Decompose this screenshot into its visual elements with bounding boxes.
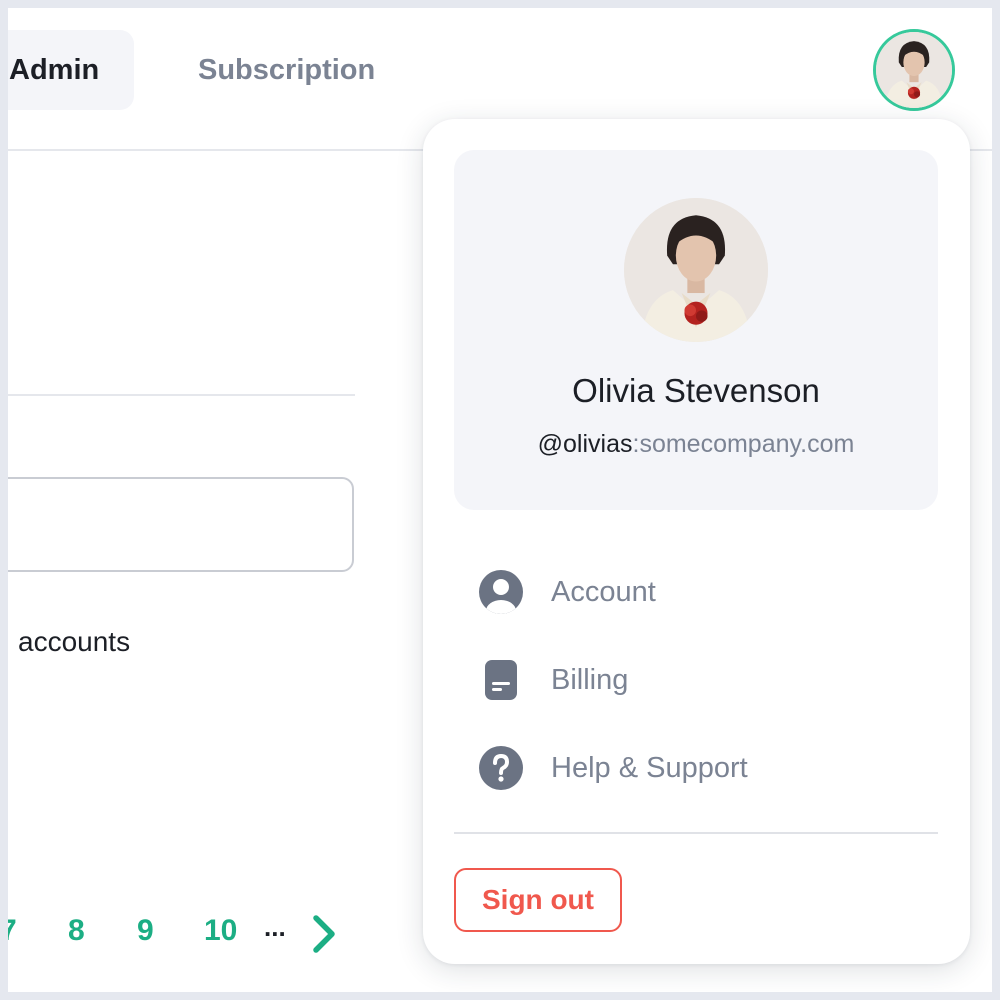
menu-item-account-label: Account xyxy=(551,575,656,608)
avatar-image xyxy=(876,32,952,108)
page-9-link[interactable]: 9 xyxy=(137,914,154,948)
page-ellipsis: ... xyxy=(264,912,286,942)
chevron-right-icon xyxy=(313,915,335,953)
tab-admin[interactable]: Admin xyxy=(8,30,134,110)
profile-dropdown: Olivia Stevenson @olivias:somecompany.co… xyxy=(423,119,970,964)
user-circle-icon xyxy=(478,569,524,615)
menu-item-account[interactable]: Account xyxy=(478,564,918,620)
app-window: Admin Subscription accounts 7 8 9 10 ... xyxy=(8,8,992,992)
pagination: 7 8 9 10 ... xyxy=(8,908,368,960)
next-page-button[interactable] xyxy=(306,910,346,958)
help-circle-icon xyxy=(478,745,524,791)
profile-name: Olivia Stevenson xyxy=(572,372,820,409)
profile-email: @olivias:somecompany.com xyxy=(454,430,938,459)
menu-item-billing-label: Billing xyxy=(551,663,629,696)
menu-item-help[interactable]: Help & Support xyxy=(478,740,918,796)
email-domain: :somecompany.com xyxy=(632,430,855,458)
document-icon xyxy=(478,657,524,703)
profile-avatar xyxy=(624,198,768,342)
tab-subscription-label: Subscription xyxy=(198,53,376,86)
user-avatar-button[interactable] xyxy=(873,29,955,111)
content-divider xyxy=(8,394,355,396)
page-7-link[interactable]: 7 xyxy=(8,914,17,948)
page-8-link[interactable]: 8 xyxy=(68,914,85,948)
profile-card: Olivia Stevenson @olivias:somecompany.co… xyxy=(454,150,938,510)
email-handle: @olivias xyxy=(537,430,633,458)
accounts-label: accounts xyxy=(18,626,131,657)
menu-item-billing[interactable]: Billing xyxy=(478,652,918,708)
text-input[interactable] xyxy=(8,477,354,572)
page-10-link[interactable]: 10 xyxy=(204,914,237,948)
sign-out-button[interactable]: Sign out xyxy=(454,868,622,932)
avatar-image xyxy=(624,198,768,342)
tab-subscription[interactable]: Subscription xyxy=(198,30,375,110)
tab-admin-label: Admin xyxy=(9,53,100,86)
menu-divider xyxy=(454,832,938,834)
menu-item-help-label: Help & Support xyxy=(551,751,748,784)
